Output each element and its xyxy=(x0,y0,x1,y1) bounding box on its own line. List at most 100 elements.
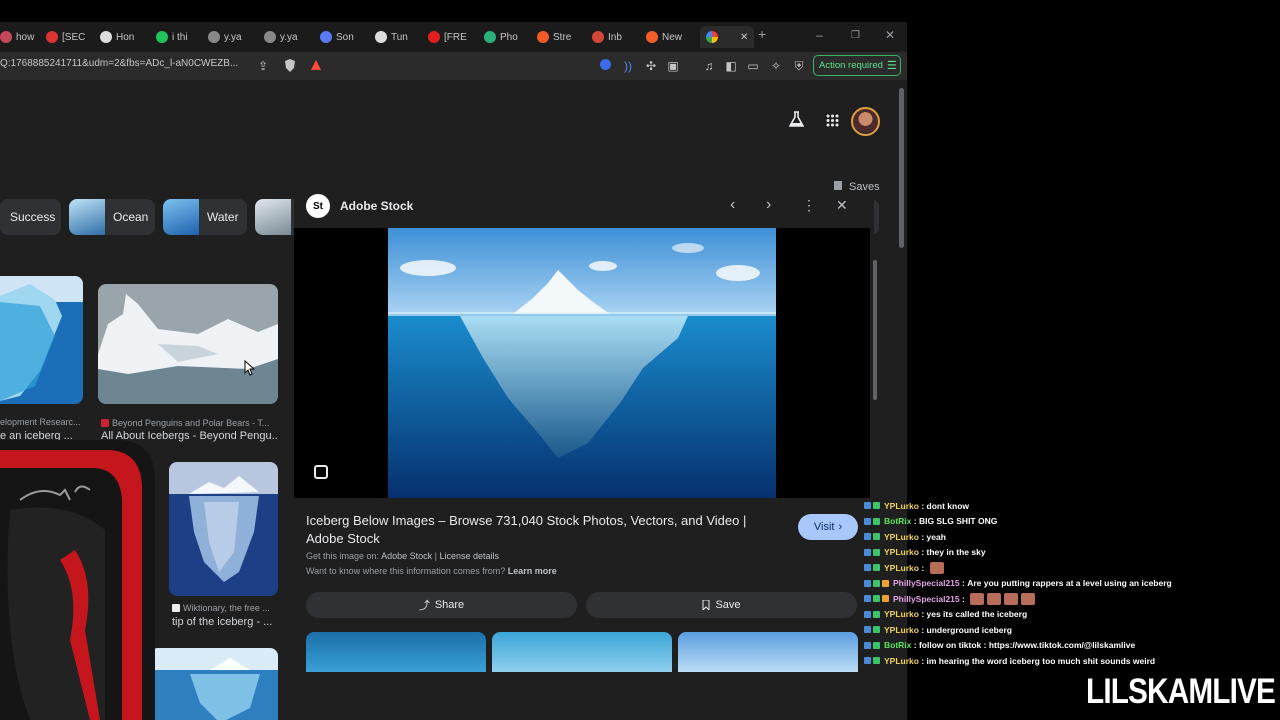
result-image-iceberg-3[interactable] xyxy=(169,462,278,596)
browser-tab[interactable]: Stre xyxy=(537,26,571,48)
browser-tab[interactable]: New xyxy=(646,26,682,48)
tab-close-icon[interactable]: ✕ xyxy=(740,32,748,43)
browser-tab[interactable]: Pho xyxy=(484,26,518,48)
license-details-link[interactable]: License details xyxy=(439,551,499,561)
chat-badge-icon xyxy=(873,533,880,541)
chat-badge-icon xyxy=(864,641,871,649)
chat-badge-icon xyxy=(873,548,880,556)
extension-blue-icon[interactable] xyxy=(598,59,612,73)
result-image-iceberg-1[interactable] xyxy=(0,276,83,404)
info-question: Want to know where this information come… xyxy=(306,566,506,576)
chat-badge-icon xyxy=(864,626,871,634)
streamer-name: LILSKAMLIVE xyxy=(1086,672,1276,711)
wiktionary-favicon-icon xyxy=(172,604,180,612)
chat-separator: : xyxy=(918,655,927,666)
learn-more-link[interactable]: Learn more xyxy=(508,566,557,576)
brave-shield-icon[interactable] xyxy=(283,59,297,73)
chat-badge-icon xyxy=(864,610,871,618)
source-name[interactable]: Adobe Stock xyxy=(340,199,413,213)
media-music-icon[interactable]: ♫ xyxy=(702,59,716,73)
browser-tab[interactable]: y.ya xyxy=(208,26,242,48)
sidebar-icon[interactable]: ◧ xyxy=(724,59,738,73)
result-title[interactable]: tip of the iceberg - ... xyxy=(172,616,277,628)
new-tab-button[interactable]: + xyxy=(758,26,766,42)
result-source-row[interactable]: Wiktionary, the free ... xyxy=(172,603,277,613)
tab-label: how xyxy=(16,31,35,43)
get-image-source-link[interactable]: Adobe Stock xyxy=(381,551,432,561)
chat-text: BIG SLG SHIT ONG xyxy=(918,516,998,527)
brave-rewards-icon[interactable] xyxy=(309,59,323,73)
next-icon[interactable]: › xyxy=(766,196,771,214)
previous-icon[interactable]: ‹ xyxy=(730,196,735,214)
action-required-button[interactable]: Action required ☰ xyxy=(813,55,901,76)
browser-tab[interactable]: [SEC xyxy=(46,26,85,48)
more-options-icon[interactable]: ⋮ xyxy=(802,197,816,214)
related-image-1[interactable] xyxy=(306,632,486,672)
chat-separator: : xyxy=(959,578,968,589)
wallet-icon[interactable]: ▭ xyxy=(746,59,760,73)
result-image-iceberg-2[interactable] xyxy=(98,284,278,404)
browser-tab[interactable]: Tun xyxy=(375,26,408,48)
chat-badge-icon xyxy=(873,564,880,572)
screenshot-icon[interactable]: ▣ xyxy=(666,59,680,73)
tab-label: New xyxy=(662,31,683,43)
tab-label: [SEC xyxy=(62,31,86,43)
result-source: Wiktionary, the free ... xyxy=(183,603,270,613)
browser-tab[interactable]: Son xyxy=(320,26,354,48)
leo-ai-icon[interactable]: ✧ xyxy=(769,59,783,73)
preview-scrollbar[interactable] xyxy=(871,250,879,410)
result-source[interactable]: elopment Researc... xyxy=(0,417,82,427)
chat-message: YPLurko : yes its called the iceberg xyxy=(864,607,1280,623)
browser-tab[interactable]: Inb xyxy=(592,26,622,48)
vpn-icon[interactable]: ⛨ xyxy=(792,59,806,73)
share-button[interactable]: ⤴ Share xyxy=(306,592,577,618)
google-favicon-icon xyxy=(706,31,718,43)
related-image-2[interactable] xyxy=(492,632,672,672)
extension-wave-icon[interactable]: )) xyxy=(621,59,635,73)
browser-tab[interactable]: i thi xyxy=(156,26,188,48)
chat-username: YPLurko xyxy=(884,562,919,573)
related-image-3[interactable] xyxy=(678,632,858,672)
minimize-button[interactable]: – xyxy=(816,28,823,42)
tab-label: i thi xyxy=(172,31,188,43)
chat-badge-icon xyxy=(864,595,871,603)
chat-separator: : xyxy=(918,562,927,573)
apps-grid-icon[interactable] xyxy=(826,114,839,132)
tab-label: Son xyxy=(336,31,354,43)
share-page-icon[interactable]: ⇪ xyxy=(256,59,270,73)
chat-badge-icon xyxy=(873,626,880,634)
lens-search-icon[interactable] xyxy=(314,465,328,479)
result-image-iceberg-4[interactable] xyxy=(150,648,278,720)
chat-badge-icon xyxy=(873,502,880,510)
tab-active-google[interactable]: ✕ xyxy=(700,26,755,48)
browser-tab[interactable]: Hon xyxy=(100,26,134,48)
chat-emote-icon xyxy=(929,561,944,574)
save-button[interactable]: Save xyxy=(586,592,857,618)
search-chip[interactable]: Success xyxy=(0,199,61,235)
account-avatar[interactable] xyxy=(851,107,880,136)
browser-tab[interactable]: [FRE xyxy=(428,26,467,48)
search-chip[interactable]: Water xyxy=(163,199,247,235)
chat-message: BotRix : follow on tiktok : https://www.… xyxy=(864,638,1280,654)
browser-tab[interactable]: how xyxy=(0,26,34,48)
chat-text: yes its called the iceberg xyxy=(926,609,1028,620)
window-close-button[interactable]: ✕ xyxy=(885,28,895,42)
search-chip[interactable]: Ocean xyxy=(69,199,155,235)
chat-separator: : xyxy=(918,500,927,511)
visit-button[interactable]: Visit › xyxy=(798,514,858,540)
close-preview-icon[interactable]: ✕ xyxy=(836,197,848,214)
maximize-button[interactable]: ❐ xyxy=(851,30,860,41)
chat-text: im hearing the word iceberg too much shi… xyxy=(926,655,1156,666)
browser-tab[interactable]: y.ya xyxy=(264,26,298,48)
address-bar[interactable]: Q:1768885241711&udm=2&fbs=ADc_l-aN0CWEZB… xyxy=(0,58,238,69)
preview-image-iceberg xyxy=(388,228,776,498)
preview-image-area[interactable] xyxy=(294,228,870,498)
extensions-puzzle-icon[interactable]: ✣ xyxy=(644,59,658,73)
preview-title[interactable]: Iceberg Below Images – Browse 731,040 St… xyxy=(306,512,776,548)
share-icon: ⤴ xyxy=(418,600,430,612)
chat-message: YPLurko : yeah xyxy=(864,529,1280,545)
labs-flask-icon[interactable] xyxy=(788,111,805,132)
chat-separator: : xyxy=(959,593,968,604)
tab-label: Hon xyxy=(116,31,135,43)
result-source-row[interactable]: Beyond Penguins and Polar Bears - T... xyxy=(101,418,277,428)
